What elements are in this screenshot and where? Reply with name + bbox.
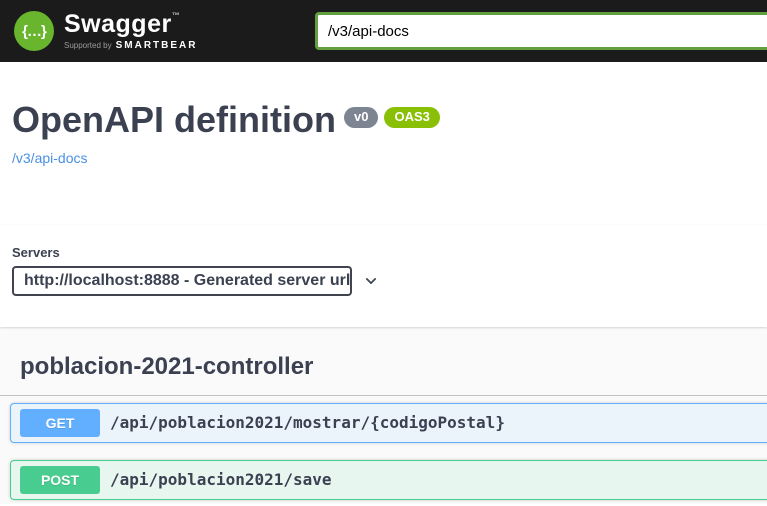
brand-text: Swagger™ Supported by SMARTBEAR [64, 9, 197, 51]
tag-header[interactable]: poblacion-2021-controller [0, 327, 767, 396]
smartbear-logo-text: SMARTBEAR [115, 39, 198, 51]
scheme-container: Servers http://localhost:8888 - Generate… [0, 225, 767, 328]
title-badges: v0 OAS3 [343, 107, 440, 128]
get-method-badge: GET [20, 408, 100, 437]
operations-section: poblacion-2021-controller GET /api/pobla… [0, 327, 767, 505]
swagger-logo-link[interactable]: {…} Swagger™ Supported by SMARTBEAR [14, 11, 197, 51]
servers-label: Servers [12, 245, 60, 261]
supported-by-label: Supported by [64, 40, 112, 50]
api-docs-link[interactable]: /v3/api-docs [12, 150, 87, 166]
brand-title: Swagger™ [64, 9, 181, 38]
tag-title: poblacion-2021-controller [20, 353, 314, 381]
chevron-down-icon [364, 274, 378, 288]
trademark-mark: ™ [171, 10, 181, 20]
supported-by-line: Supported by SMARTBEAR [64, 40, 197, 51]
swagger-braces-icon: {…} [14, 11, 54, 51]
get-path: /api/poblacion2021/mostrar/{codigoPostal… [110, 413, 505, 433]
info-section: OpenAPI definition v0 OAS3 /v3/api-docs [0, 62, 767, 226]
oas3-badge: OAS3 [384, 107, 440, 128]
page-title: OpenAPI definition [12, 99, 336, 140]
post-method-badge: POST [20, 465, 100, 494]
servers-select[interactable]: http://localhost:8888 - Generated server… [12, 266, 377, 297]
post-path: /api/poblacion2021/save [110, 470, 332, 490]
opblock-get-summary[interactable]: GET /api/poblacion2021/mostrar/{codigoPo… [11, 404, 767, 442]
opblock-get: GET /api/poblacion2021/mostrar/{codigoPo… [10, 402, 767, 443]
opblock-post: POST /api/poblacion2021/save [10, 459, 767, 500]
opblock-post-summary[interactable]: POST /api/poblacion2021/save [11, 461, 767, 499]
topbar: {…} Swagger™ Supported by SMARTBEAR [0, 0, 767, 62]
servers-selected-value: http://localhost:8888 - Generated server… [24, 272, 351, 290]
explore-url-input[interactable] [315, 12, 767, 50]
version-badge: v0 [343, 107, 379, 128]
